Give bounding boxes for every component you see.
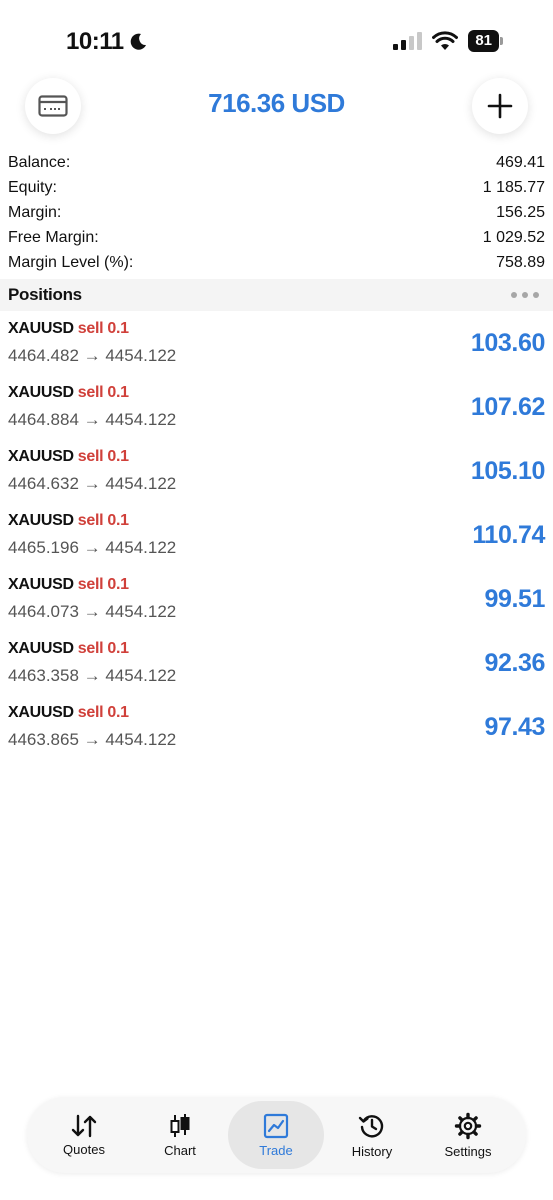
summary-label: Equity: bbox=[8, 179, 57, 196]
tab-chart[interactable]: Chart bbox=[132, 1101, 228, 1169]
position-side: sell 0.1 bbox=[77, 640, 129, 657]
battery-icon: 81 bbox=[468, 30, 503, 52]
position-profit: 110.74 bbox=[472, 521, 545, 549]
position-prices: 4463.865 → 4454.122 bbox=[8, 730, 177, 749]
more-options-icon[interactable] bbox=[511, 292, 545, 298]
page-title: 716.36 USD bbox=[208, 88, 345, 118]
position-profit: 99.51 bbox=[484, 585, 545, 613]
tab-label: Settings bbox=[444, 1143, 492, 1159]
summary-value: 758.89 bbox=[496, 254, 545, 271]
position-prices: 4464.482 → 4454.122 bbox=[8, 346, 177, 365]
summary-row-balance: Balance: 469.41 bbox=[8, 152, 545, 177]
position-profit: 105.10 bbox=[470, 457, 545, 485]
position-side: sell 0.1 bbox=[77, 384, 129, 401]
position-prices: 4464.632 → 4454.122 bbox=[8, 474, 177, 493]
tab-label: Chart bbox=[164, 1142, 196, 1158]
position-symbol: XAUUSD bbox=[8, 576, 74, 593]
summary-row-equity: Equity: 1 185.77 bbox=[8, 177, 545, 202]
position-side: sell 0.1 bbox=[77, 320, 129, 337]
summary-row-margin-level: Margin Level (%): 758.89 bbox=[8, 252, 545, 277]
positions-section-header: Positions bbox=[0, 279, 553, 311]
position-symbol: XAUUSD bbox=[8, 320, 74, 337]
summary-value: 1 029.52 bbox=[482, 229, 545, 246]
position-symbol: XAUUSD bbox=[8, 448, 74, 465]
wifi-icon bbox=[432, 31, 459, 50]
position-profit: 103.60 bbox=[470, 329, 545, 357]
battery-level: 81 bbox=[468, 30, 499, 52]
position-side: sell 0.1 bbox=[77, 576, 129, 593]
candlestick-icon bbox=[170, 1113, 190, 1137]
position-row[interactable]: XAUUSD sell 0.1 4464.073 → 4454.122 99.51 bbox=[0, 572, 553, 636]
bottom-tab-bar: Quotes Chart Trade History Settings bbox=[27, 1097, 526, 1173]
summary-value: 156.25 bbox=[496, 204, 545, 221]
position-row[interactable]: XAUUSD sell 0.1 4465.196 → 4454.122 110.7… bbox=[0, 508, 553, 572]
time-text: 10:11 bbox=[66, 28, 124, 55]
gear-icon bbox=[454, 1112, 482, 1139]
position-side: sell 0.1 bbox=[77, 448, 129, 465]
status-bar: 10:11 81 bbox=[0, 0, 553, 80]
trade-chart-icon bbox=[263, 1113, 289, 1138]
cellular-signal-icon bbox=[393, 32, 423, 50]
position-profit: 92.36 bbox=[484, 649, 545, 677]
summary-value: 1 185.77 bbox=[482, 179, 545, 196]
position-prices: 4463.358 → 4454.122 bbox=[8, 666, 177, 685]
new-order-button[interactable] bbox=[472, 78, 528, 134]
tab-label: Quotes bbox=[63, 1141, 105, 1157]
positions-list: XAUUSD sell 0.1 4464.482 → 4454.122 103.6… bbox=[0, 316, 553, 764]
status-indicators: 81 bbox=[393, 30, 503, 52]
position-side: sell 0.1 bbox=[77, 704, 129, 721]
summary-value: 469.41 bbox=[496, 154, 545, 171]
account-summary: Balance: 469.41 Equity: 1 185.77 Margin:… bbox=[8, 152, 545, 277]
moon-icon bbox=[130, 33, 146, 50]
position-profit: 97.43 bbox=[484, 713, 545, 741]
position-row[interactable]: XAUUSD sell 0.1 4464.482 → 4454.122 103.6… bbox=[0, 316, 553, 380]
position-symbol: XAUUSD bbox=[8, 512, 74, 529]
tab-quotes[interactable]: Quotes bbox=[36, 1101, 132, 1169]
summary-label: Balance: bbox=[8, 154, 71, 171]
position-symbol: XAUUSD bbox=[8, 640, 74, 657]
position-prices: 4464.073 → 4454.122 bbox=[8, 602, 177, 621]
tab-trade[interactable]: Trade bbox=[228, 1101, 324, 1169]
position-prices: 4465.196 → 4454.122 bbox=[8, 538, 177, 557]
tab-label: Trade bbox=[259, 1142, 293, 1158]
plus-icon bbox=[487, 93, 513, 119]
summary-row-margin: Margin: 156.25 bbox=[8, 202, 545, 227]
history-clock-icon bbox=[358, 1114, 384, 1137]
summary-label: Margin: bbox=[8, 204, 62, 221]
position-symbol: XAUUSD bbox=[8, 384, 74, 401]
summary-row-free-margin: Free Margin: 1 029.52 bbox=[8, 227, 545, 252]
position-row[interactable]: XAUUSD sell 0.1 4463.358 → 4454.122 92.36 bbox=[0, 636, 553, 700]
position-row[interactable]: XAUUSD sell 0.1 4464.632 → 4454.122 105.1… bbox=[0, 444, 553, 508]
position-side: sell 0.1 bbox=[77, 512, 129, 529]
position-row[interactable]: XAUUSD sell 0.1 4464.884 → 4454.122 107.6… bbox=[0, 380, 553, 444]
tab-settings[interactable]: Settings bbox=[420, 1101, 516, 1169]
tab-label: History bbox=[351, 1143, 393, 1159]
summary-label: Margin Level (%): bbox=[8, 254, 134, 271]
tab-history[interactable]: History bbox=[324, 1101, 420, 1169]
position-prices: 4464.884 → 4454.122 bbox=[8, 410, 177, 429]
positions-title: Positions bbox=[8, 285, 82, 304]
summary-label: Free Margin: bbox=[8, 229, 99, 246]
quotes-arrows-icon bbox=[71, 1114, 97, 1137]
status-time: 10:11 bbox=[66, 28, 148, 56]
position-profit: 107.62 bbox=[470, 393, 545, 421]
position-symbol: XAUUSD bbox=[8, 704, 74, 721]
position-row[interactable]: XAUUSD sell 0.1 4463.865 → 4454.122 97.43 bbox=[0, 700, 553, 764]
